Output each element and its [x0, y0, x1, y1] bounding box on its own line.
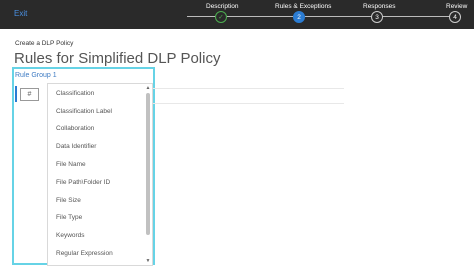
step-label-description: Description: [206, 3, 239, 10]
dropdown-item-file-size[interactable]: File Size: [56, 197, 81, 204]
step-connector: [187, 16, 215, 17]
breadcrumb: Create a DLP Policy: [15, 40, 74, 47]
condition-type-field[interactable]: #: [20, 88, 39, 101]
step-connector: [305, 16, 371, 17]
wizard-header: Exit Description Rules & Exceptions Resp…: [0, 0, 474, 29]
condition-dropdown-list[interactable]: Classification Classification Label Coll…: [47, 83, 153, 266]
step-connector: [383, 16, 449, 17]
step-responses-indicator[interactable]: 3: [371, 11, 383, 23]
dropdown-item-classification[interactable]: Classification: [56, 90, 94, 97]
step-rules-indicator[interactable]: 2: [293, 11, 305, 23]
step-label-rules: Rules & Exceptions: [275, 3, 332, 10]
dropdown-item-regular-expression[interactable]: Regular Expression: [56, 250, 113, 257]
rule-group-link[interactable]: Rule Group 1: [15, 72, 57, 79]
dropdown-item-keywords[interactable]: Keywords: [56, 232, 85, 239]
dropdown-item-data-identifier[interactable]: Data Identifier: [56, 143, 96, 150]
dropdown-item-collaboration[interactable]: Collaboration: [56, 125, 94, 132]
dropdown-item-file-type[interactable]: File Type: [56, 214, 82, 221]
scroll-up-icon[interactable]: ▲: [145, 85, 151, 91]
scroll-down-icon[interactable]: ▼: [145, 258, 151, 264]
step-label-responses: Responses: [363, 3, 396, 10]
exit-link[interactable]: Exit: [14, 9, 27, 18]
step-label-review: Review: [446, 3, 468, 10]
scroll-thumb[interactable]: [146, 93, 150, 235]
step-review-indicator[interactable]: 4: [449, 11, 461, 23]
rule-indicator-bar: [15, 86, 17, 102]
step-description-check-icon[interactable]: ✓: [215, 11, 227, 23]
dropdown-item-classification-label[interactable]: Classification Label: [56, 108, 112, 115]
dropdown-item-file-name[interactable]: File Name: [56, 161, 86, 168]
dropdown-scrollbar[interactable]: ▲ ▼: [145, 85, 151, 264]
page-title: Rules for Simplified DLP Policy: [14, 50, 221, 67]
step-connector: [227, 16, 293, 17]
dropdown-item-file-path[interactable]: File Path\Folder ID: [56, 179, 110, 186]
